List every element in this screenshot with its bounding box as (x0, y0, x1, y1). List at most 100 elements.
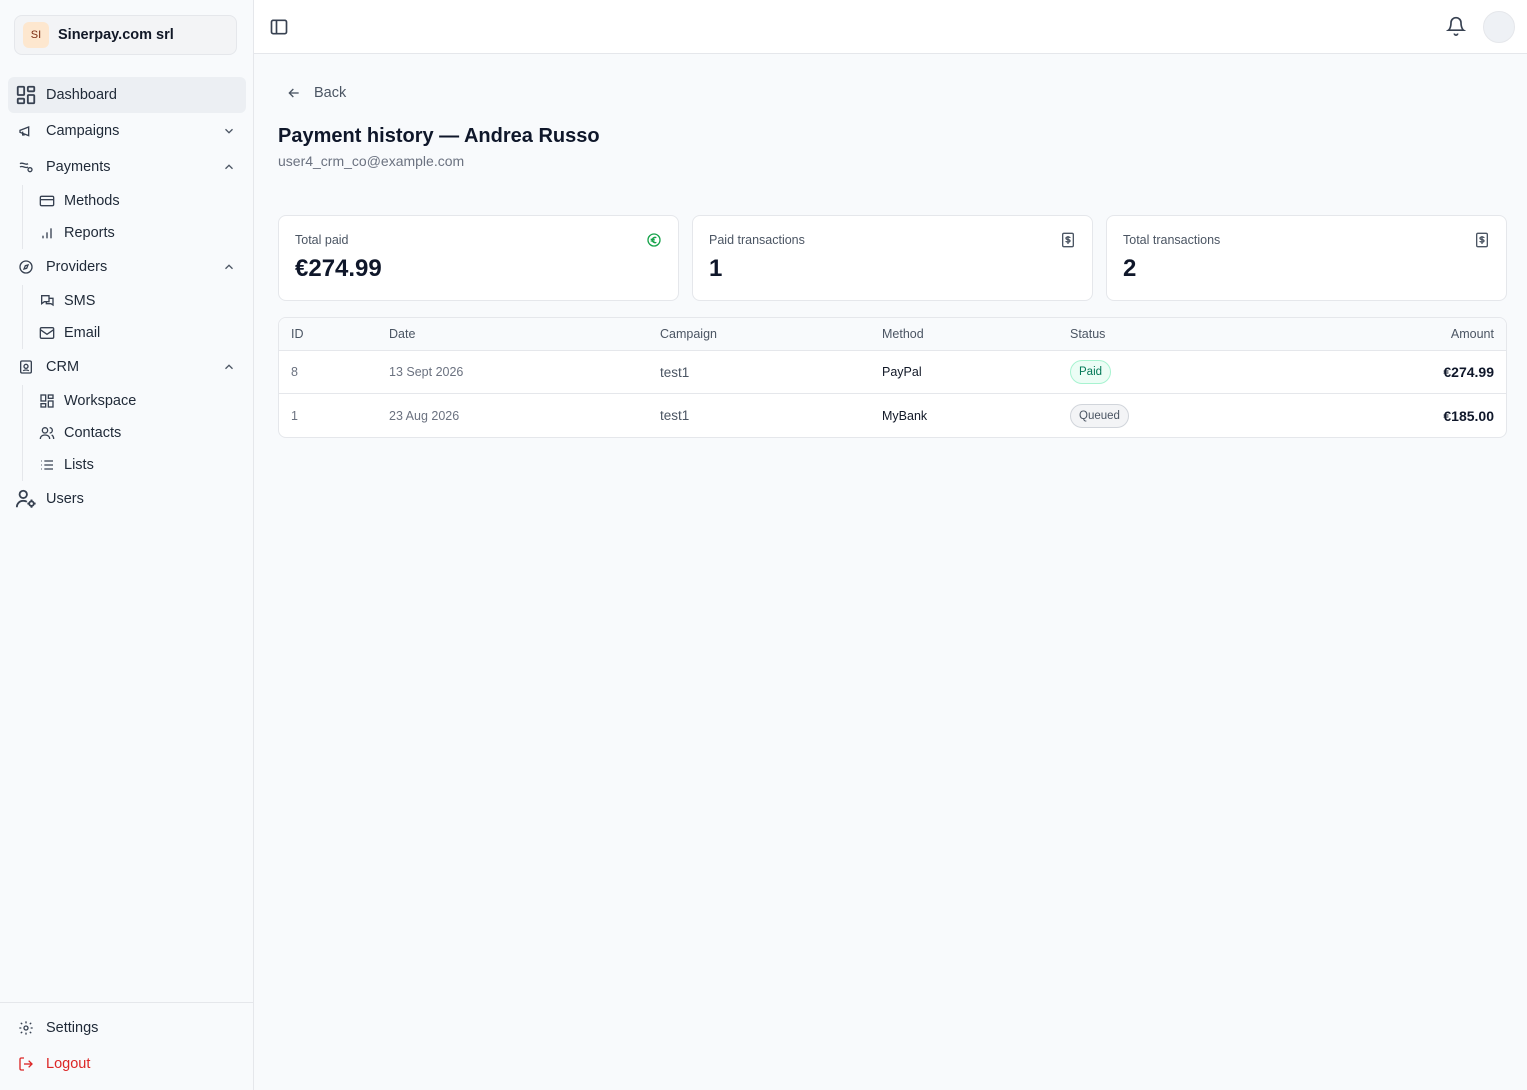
dollar-receipt-icon (1476, 232, 1488, 248)
cell-date: 13 Sept 2026 (389, 365, 464, 379)
sidebar-item-label: Methods (64, 193, 120, 209)
providers-submenu: SMS Email (22, 285, 254, 349)
sidebar-item-label: Logout (46, 1056, 91, 1072)
stat-value: 2 (1123, 255, 1137, 282)
compass-icon (14, 255, 38, 279)
sidebar-item-methods[interactable]: Methods (23, 185, 254, 217)
sidebar-item-contacts[interactable]: Contacts (23, 417, 254, 449)
cell-date: 23 Aug 2026 (389, 408, 460, 423)
sidebar-item-label: Users (46, 491, 84, 507)
sidebar-item-providers[interactable]: Providers (0, 249, 254, 285)
sidebar-item-email[interactable]: Email (23, 317, 254, 349)
cell-method: PayPal (882, 365, 922, 379)
stat-card-total-transactions: Total transactions 2 (1106, 215, 1507, 301)
sidebar-item-label: Reports (64, 225, 115, 241)
chat-bubbles-icon (38, 292, 56, 310)
status-badge: Paid (1070, 360, 1112, 384)
stat-label: Paid transactions (709, 233, 805, 247)
chevron-up-icon[interactable] (222, 260, 236, 274)
sidebar-item-payments[interactable]: Payments (0, 149, 254, 185)
chevron-up-icon[interactable] (222, 160, 236, 174)
user-cog-icon (14, 487, 38, 511)
org-name: Sinerpay.com srl (58, 27, 174, 43)
table-header: ID Date Campaign Method Status Amount (279, 318, 1506, 351)
sidebar-item-label: Providers (46, 259, 108, 275)
status-badge: Queued (1070, 403, 1129, 428)
stat-label: Total transactions (1123, 233, 1221, 247)
topbar (254, 0, 1527, 54)
sidebar-item-label: CRM (46, 359, 80, 375)
grid-icon (38, 392, 56, 410)
sidebar-toggle-icon[interactable] (269, 17, 289, 37)
sidebar-item-label: Email (64, 325, 101, 341)
dollar-receipt-icon (1062, 232, 1074, 248)
sidebar-item-label: Settings (46, 1020, 99, 1036)
bell-icon[interactable] (1446, 16, 1466, 36)
chevron-down-icon[interactable] (222, 124, 236, 138)
cell-amount: €185.00 (1443, 407, 1494, 424)
cell-method: MyBank (882, 408, 928, 423)
credit-card-icon (38, 192, 56, 210)
cell-campaign: test1 (660, 408, 690, 423)
megaphone-icon (14, 119, 38, 143)
page-subtitle-email: user4_crm_co@example.com (278, 153, 465, 169)
cell-status: Paid (1070, 351, 1112, 393)
user-avatar[interactable] (1483, 11, 1515, 43)
logout-icon (14, 1052, 38, 1076)
sidebar-item-label: Lists (64, 457, 94, 473)
stat-card-total-paid: Total paid €274.99 (278, 215, 679, 301)
cell-status: Queued (1070, 394, 1129, 437)
sidebar-item-sms[interactable]: SMS (23, 285, 254, 317)
dashboard-icon (14, 83, 38, 107)
page-title: Payment history — Andrea Russo (278, 125, 600, 147)
stat-label: Total paid (295, 233, 349, 247)
sidebar-item-lists[interactable]: Lists (23, 449, 254, 481)
list-icon (38, 456, 56, 474)
sidebar-item-crm[interactable]: CRM (0, 349, 254, 385)
chevron-up-icon[interactable] (222, 360, 236, 374)
column-header-campaign[interactable]: Campaign (660, 318, 717, 350)
org-avatar: SI (23, 22, 49, 48)
sidebar-item-reports[interactable]: Reports (23, 217, 254, 249)
column-header-id[interactable]: ID (291, 318, 304, 350)
sidebar-item-campaigns[interactable]: Campaigns (0, 113, 254, 149)
sidebar-item-workspace[interactable]: Workspace (23, 385, 254, 417)
payments-submenu: Methods Reports (22, 185, 254, 249)
sidebar-item-label: Contacts (64, 425, 122, 441)
cell-amount: €274.99 (1443, 364, 1494, 380)
org-switcher[interactable]: SI Sinerpay.com srl (14, 15, 237, 55)
sidebar-nav: Dashboard Campaigns Payments Methods Rep… (0, 77, 254, 517)
euro-circle-icon (647, 233, 661, 247)
payments-table: ID Date Campaign Method Status Amount 8 … (278, 317, 1507, 438)
back-button[interactable]: Back (286, 83, 346, 103)
sidebar-item-label: SMS (64, 293, 96, 309)
gear-icon (14, 1016, 38, 1040)
sidebar-item-label: Workspace (64, 393, 137, 409)
sidebar-item-label: Payments (46, 159, 111, 175)
stat-value: 1 (709, 255, 723, 282)
sidebar-item-label: Campaigns (46, 123, 120, 139)
mail-icon (38, 324, 56, 342)
table-row[interactable]: 1 23 Aug 2026 test1 MyBank Queued €185.0… (279, 394, 1506, 437)
back-label: Back (314, 85, 347, 101)
table-row[interactable]: 8 13 Sept 2026 test1 PayPal Paid €274.99 (279, 351, 1506, 394)
column-header-date[interactable]: Date (389, 318, 415, 350)
contact-book-icon (14, 355, 38, 379)
sidebar-item-users[interactable]: Users (0, 481, 254, 517)
sidebar-item-settings[interactable]: Settings (0, 1010, 254, 1046)
cell-id: 8 (291, 365, 298, 379)
cell-id: 1 (291, 408, 298, 423)
bar-chart-icon (38, 224, 56, 242)
column-header-status[interactable]: Status (1070, 318, 1105, 350)
crm-submenu: Workspace Contacts Lists (22, 385, 254, 481)
sidebar-item-dashboard[interactable]: Dashboard (8, 77, 246, 113)
users-icon (38, 424, 56, 442)
arrow-left-icon (288, 88, 299, 98)
column-header-amount[interactable]: Amount (1451, 318, 1494, 350)
cell-campaign: test1 (660, 364, 690, 380)
column-header-method[interactable]: Method (882, 318, 924, 350)
sidebar-item-logout[interactable]: Logout (0, 1046, 254, 1082)
sidebar-item-label: Dashboard (46, 87, 117, 103)
sidebar-bottom: Settings Logout (0, 1002, 254, 1082)
sidebar: SI Sinerpay.com srl Dashboard Campaigns … (0, 0, 254, 1090)
